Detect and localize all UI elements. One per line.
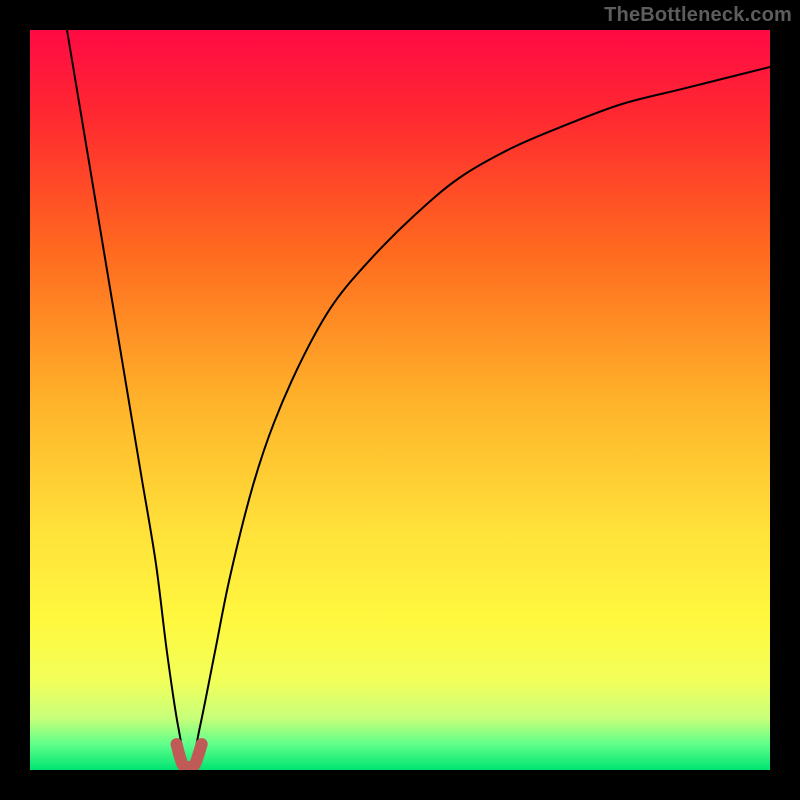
watermark-label: TheBottleneck.com bbox=[604, 4, 792, 27]
bottleneck-chart bbox=[30, 30, 770, 770]
plot-area bbox=[30, 30, 770, 770]
gradient-background bbox=[30, 30, 770, 770]
chart-frame: TheBottleneck.com bbox=[0, 0, 800, 800]
